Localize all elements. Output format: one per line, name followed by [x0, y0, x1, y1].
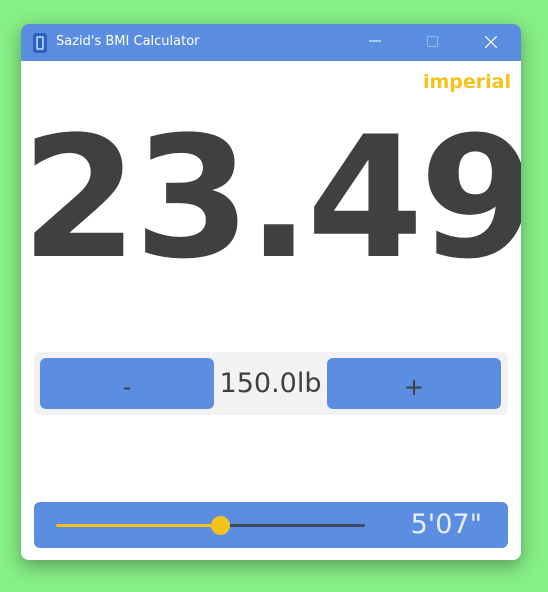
bmi-value: 23.49	[21, 100, 521, 296]
title-bar[interactable]: Sazid's BMI Calculator	[21, 24, 521, 61]
weight-stepper: - 150.0lb +	[34, 352, 508, 415]
app-window: Sazid's BMI Calculator imperial 23.49 - …	[21, 24, 521, 560]
height-slider-fill	[56, 524, 220, 527]
close-button[interactable]	[463, 24, 521, 61]
height-panel: 5'07"	[34, 502, 508, 548]
decrease-weight-button[interactable]: -	[40, 358, 214, 409]
maximize-icon	[427, 36, 438, 47]
window-title: Sazid's BMI Calculator	[56, 34, 200, 49]
unit-toggle[interactable]: imperial	[423, 71, 511, 93]
height-slider-thumb[interactable]	[210, 516, 230, 535]
weight-value: 150.0lb	[219, 368, 322, 399]
app-icon	[31, 32, 49, 54]
maximize-button[interactable]	[405, 24, 463, 61]
height-value: 5'07"	[410, 509, 482, 540]
minimize-icon	[369, 40, 381, 42]
increase-weight-button[interactable]: +	[327, 358, 501, 409]
minimize-button[interactable]	[347, 24, 405, 61]
height-slider[interactable]	[56, 516, 365, 535]
close-icon	[485, 36, 497, 48]
